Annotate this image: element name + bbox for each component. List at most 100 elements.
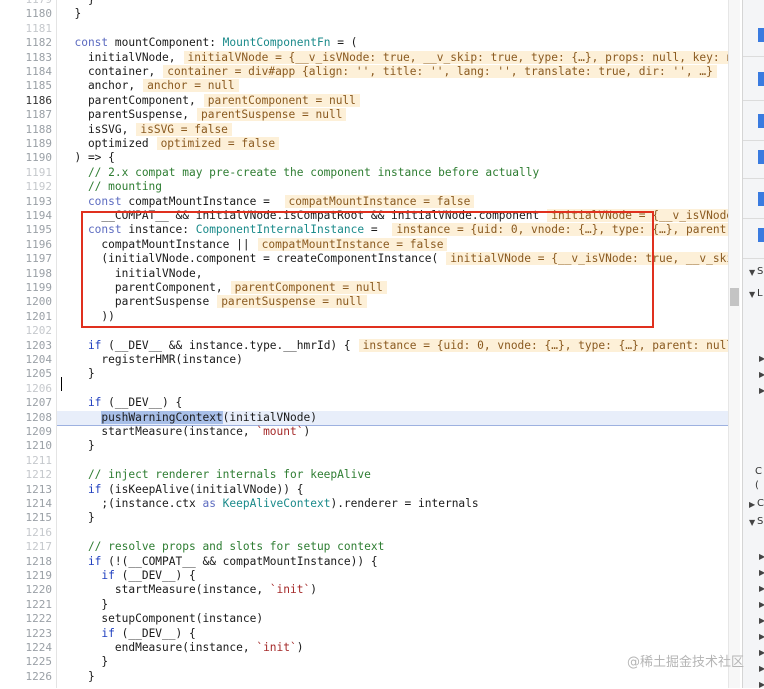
line-number[interactable]: 1181 bbox=[0, 22, 53, 36]
code-line[interactable]: if (isKeepAlive(initialVNode)) { bbox=[61, 483, 304, 497]
code-line[interactable]: parentSuspense parentSuspense = null bbox=[61, 295, 367, 309]
line-number[interactable]: 1185 bbox=[0, 79, 53, 93]
chevron-down-icon[interactable]: ▼ bbox=[749, 518, 755, 527]
code-line[interactable]: const compatMountInstance = compatMountI… bbox=[61, 194, 475, 209]
code-line[interactable]: ) => { bbox=[61, 151, 114, 165]
code-line[interactable]: (initialVNode.component = createComponen… bbox=[61, 252, 740, 266]
code-line[interactable]: // resolve props and slots for setup con… bbox=[61, 540, 384, 554]
line-number[interactable]: 1209 bbox=[0, 425, 53, 439]
line-number[interactable]: 1220 bbox=[0, 583, 53, 597]
code-line[interactable]: anchor, anchor = null bbox=[61, 79, 239, 93]
line-number[interactable]: 1198 bbox=[0, 267, 53, 281]
code-line[interactable]: } bbox=[61, 0, 95, 7]
line-number[interactable]: 1189 bbox=[0, 137, 53, 151]
line-number[interactable]: 1217 bbox=[0, 540, 53, 554]
chevron-right-icon[interactable]: ▶ bbox=[759, 354, 764, 363]
line-number[interactable]: 1224 bbox=[0, 641, 53, 655]
chevron-right-icon[interactable]: ▶ bbox=[759, 664, 764, 673]
code-line[interactable]: compatMountInstance || compatMountInstanc… bbox=[61, 237, 448, 252]
code-line[interactable]: )) bbox=[61, 310, 114, 324]
code-line[interactable]: const mountComponent: MountComponentFn =… bbox=[61, 36, 357, 50]
breakpoint-marker-icon[interactable] bbox=[758, 150, 764, 164]
chevron-right-icon[interactable]: ▶ bbox=[759, 616, 764, 625]
line-number[interactable]: 1187 bbox=[0, 108, 53, 122]
code-line[interactable]: if (__DEV__) { bbox=[61, 627, 195, 641]
code-line[interactable]: } bbox=[61, 511, 95, 525]
line-number[interactable]: 1218 bbox=[0, 555, 53, 569]
line-number[interactable]: 1193 bbox=[0, 195, 53, 209]
line-number[interactable]: 1219 bbox=[0, 569, 53, 583]
line-number[interactable]: 1183 bbox=[0, 51, 53, 65]
code-line[interactable]: __COMPAT__ && initialVNode.isCompatRoot … bbox=[61, 209, 740, 223]
code-line[interactable]: } bbox=[61, 439, 95, 453]
code-line[interactable]: optimized optimized = false bbox=[61, 137, 280, 151]
code-line[interactable]: container, container = div#app {align: ''… bbox=[61, 65, 717, 79]
code-line[interactable]: } bbox=[61, 670, 95, 684]
line-number[interactable]: 1213 bbox=[0, 483, 53, 497]
code-line[interactable]: // mounting bbox=[61, 180, 162, 194]
line-number[interactable]: 1222 bbox=[0, 612, 53, 626]
code-line[interactable]: } bbox=[61, 598, 108, 612]
line-number[interactable]: 1210 bbox=[0, 439, 53, 453]
code-line[interactable]: isSVG, isSVG = false bbox=[61, 122, 232, 137]
line-number[interactable]: 1207 bbox=[0, 396, 53, 410]
line-number[interactable]: 1179 bbox=[0, 0, 53, 7]
line-number[interactable]: 1214 bbox=[0, 497, 53, 511]
line-number[interactable]: 1221 bbox=[0, 598, 53, 612]
code-line[interactable]: setupComponent(instance) bbox=[61, 612, 263, 626]
line-number[interactable]: 1203 bbox=[0, 339, 53, 353]
line-number[interactable]: 1184 bbox=[0, 65, 53, 79]
line-number[interactable]: 1186 bbox=[0, 94, 53, 108]
code-line[interactable]: initialVNode, bbox=[61, 267, 203, 281]
devtools-side-panel[interactable]: ▼ S ▼ L ▶ ▶ ▶ C ( ▶ C ▼ S ▶ ▶ ▶ ▶ ▶ ▶ ▶ … bbox=[742, 0, 764, 689]
line-number[interactable]: 1194 bbox=[0, 209, 53, 223]
line-number[interactable]: 1201 bbox=[0, 310, 53, 324]
chevron-right-icon[interactable]: ▶ bbox=[759, 584, 764, 593]
line-number-gutter[interactable]: 1179118011811182118311841185118611871188… bbox=[0, 0, 57, 688]
line-number[interactable]: 1212 bbox=[0, 468, 53, 482]
code-line[interactable]: startMeasure(instance, `mount`) bbox=[61, 425, 310, 439]
code-line[interactable]: } bbox=[61, 367, 95, 381]
line-number[interactable]: 1226 bbox=[0, 670, 53, 684]
line-number[interactable]: 1215 bbox=[0, 511, 53, 525]
line-number[interactable]: 1202 bbox=[0, 324, 53, 338]
line-number[interactable]: 1191 bbox=[0, 166, 53, 180]
line-number[interactable]: 1199 bbox=[0, 281, 53, 295]
code-line[interactable]: } bbox=[61, 655, 108, 669]
line-number[interactable]: 1225 bbox=[0, 655, 53, 669]
code-line[interactable]: // inject renderer internals for keepAli… bbox=[61, 468, 371, 482]
code-line[interactable]: startMeasure(instance, `init`) bbox=[61, 583, 317, 597]
line-number[interactable]: 1196 bbox=[0, 238, 53, 252]
line-number[interactable]: 1197 bbox=[0, 252, 53, 266]
current-execution-line[interactable]: pushWarningContext(initialVNode) bbox=[57, 410, 728, 426]
chevron-right-icon[interactable]: ▶ bbox=[759, 370, 764, 379]
line-number[interactable]: 1195 bbox=[0, 223, 53, 237]
line-number[interactable]: 1188 bbox=[0, 123, 53, 137]
chevron-right-icon[interactable]: ▶ bbox=[759, 568, 764, 577]
breakpoint-marker-icon[interactable] bbox=[758, 228, 764, 242]
line-number[interactable]: 1216 bbox=[0, 526, 53, 540]
code-line[interactable]: parentSuspense, parentSuspense = null bbox=[61, 108, 347, 122]
chevron-right-icon[interactable]: ▶ bbox=[759, 552, 764, 561]
line-number[interactable]: 1206 bbox=[0, 382, 53, 396]
chevron-right-icon[interactable]: ▶ bbox=[749, 500, 755, 509]
line-number[interactable]: 1205 bbox=[0, 367, 53, 381]
code-line[interactable]: initialVNode, initialVNode = {__v_isVNode… bbox=[61, 50, 740, 65]
line-number[interactable]: 1180 bbox=[0, 7, 53, 21]
line-number[interactable]: 1223 bbox=[0, 627, 53, 641]
line-number[interactable]: 1182 bbox=[0, 36, 53, 50]
line-number[interactable]: 1190 bbox=[0, 151, 53, 165]
code-line[interactable]: if (!(__COMPAT__ && compatMountInstance)… bbox=[61, 555, 378, 569]
code-line[interactable]: if (__DEV__) { bbox=[61, 569, 195, 583]
source-editor[interactable]: 1179118011811182118311841185118611871188… bbox=[0, 0, 740, 688]
line-number[interactable]: 1208 bbox=[0, 411, 53, 425]
code-line[interactable]: } bbox=[61, 7, 81, 21]
breakpoint-marker-icon[interactable] bbox=[758, 72, 764, 86]
breakpoint-marker-icon[interactable] bbox=[758, 192, 764, 206]
scrollbar-thumb[interactable] bbox=[730, 288, 739, 306]
code-line[interactable]: parentComponent, parentComponent = null bbox=[61, 281, 387, 295]
code-line[interactable]: const instance: ComponentInternalInstanc… bbox=[61, 223, 740, 237]
chevron-right-icon[interactable]: ▶ bbox=[759, 386, 764, 395]
code-line[interactable]: registerHMR(instance) bbox=[61, 353, 242, 367]
line-number[interactable]: 1192 bbox=[0, 180, 53, 194]
